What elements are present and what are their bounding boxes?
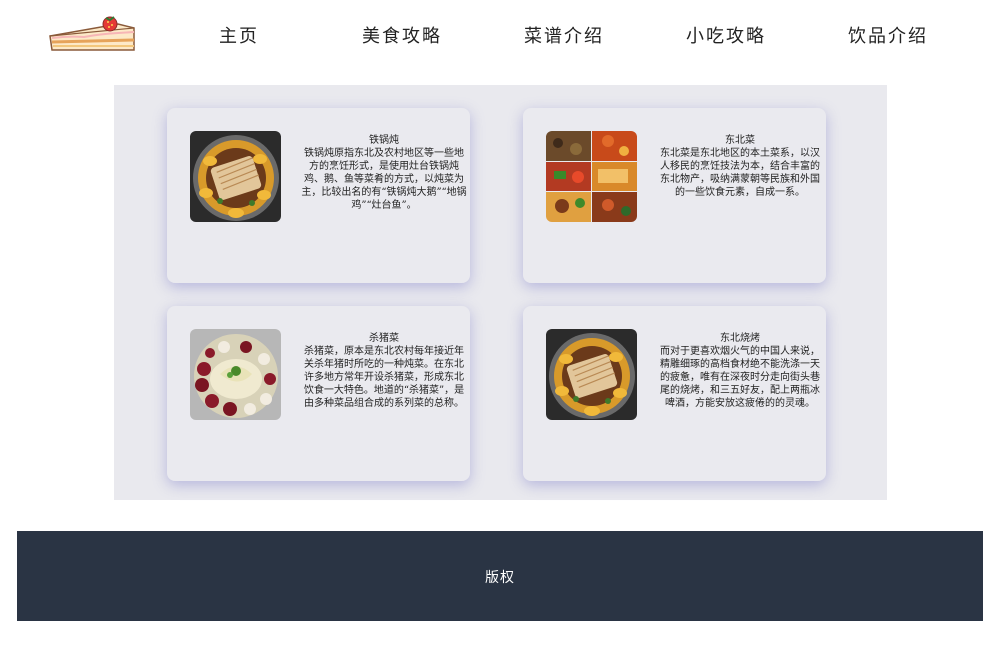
- card-title: 铁锅炖: [369, 135, 399, 146]
- card-title: 杀猪菜: [369, 333, 399, 344]
- card-title: 东北菜: [725, 135, 755, 146]
- footer: 版权: [17, 531, 983, 621]
- card-text: 东北烧烤 而对于更喜欢烟火气的中国人来说，精雕细琢的高档食材绝不能洗涤一天的疲惫…: [657, 332, 823, 410]
- copyright-text: 版权: [485, 570, 515, 586]
- card-northeast-cuisine[interactable]: 东北菜 东北菜是东北地区的本土菜系，以汉人移民的烹饪技法为本，结合丰富的东北物产…: [523, 108, 826, 283]
- card-pig-killing-dish[interactable]: 杀猪菜 杀猪菜，原本是东北农村每年接近年关杀年猪时所吃的一种炖菜。在东北许多地方…: [167, 306, 470, 481]
- nav-recipes[interactable]: 菜谱介绍: [524, 22, 604, 48]
- top-nav: 主页 美食攻略 菜谱介绍 小吃攻略 饮品介绍: [0, 0, 1000, 72]
- card-title: 东北烧烤: [720, 333, 760, 344]
- card-text: 铁锅炖 铁锅炖原指东北及农村地区等一些地方的烹饪形式，是使用灶台铁锅炖鸡、鹅、鱼…: [301, 134, 467, 212]
- card-description: 东北菜是东北地区的本土菜系，以汉人移民的烹饪技法为本，结合丰富的东北物产，吸纳满…: [660, 148, 820, 198]
- northeast-bbq-photo: [546, 329, 637, 420]
- nav-food-guide[interactable]: 美食攻略: [362, 22, 442, 48]
- nav-drinks[interactable]: 饮品介绍: [848, 22, 928, 48]
- card-description: 而对于更喜欢烟火气的中国人来说，精雕细琢的高档食材绝不能洗涤一天的疲惫，唯有在深…: [660, 346, 820, 409]
- northeast-dishes-collage-photo: [546, 131, 637, 222]
- card-text: 杀猪菜 杀猪菜，原本是东北农村每年接近年关杀年猪时所吃的一种炖菜。在东北许多地方…: [301, 332, 467, 410]
- nav-home[interactable]: 主页: [219, 22, 259, 48]
- nav-snacks[interactable]: 小吃攻略: [686, 22, 766, 48]
- card-iron-pot-stew[interactable]: 铁锅炖 铁锅炖原指东北及农村地区等一些地方的烹饪形式，是使用灶台铁锅炖鸡、鹅、鱼…: [167, 108, 470, 283]
- card-text: 东北菜 东北菜是东北地区的本土菜系，以汉人移民的烹饪技法为本，结合丰富的东北物产…: [657, 134, 823, 199]
- content-area: 铁锅炖 铁锅炖原指东北及农村地区等一些地方的烹饪形式，是使用灶台铁锅炖鸡、鹅、鱼…: [114, 85, 887, 500]
- card-description: 铁锅炖原指东北及农村地区等一些地方的烹饪形式，是使用灶台铁锅炖鸡、鹅、鱼等菜肴的…: [301, 148, 467, 211]
- card-description: 杀猪菜，原本是东北农村每年接近年关杀年猪时所吃的一种炖菜。在东北许多地方常年开设…: [303, 346, 465, 409]
- cake-icon[interactable]: [48, 16, 138, 56]
- card-northeast-bbq[interactable]: 东北烧烤 而对于更喜欢烟火气的中国人来说，精雕细琢的高档食材绝不能洗涤一天的疲惫…: [523, 306, 826, 481]
- iron-pot-stew-photo: [190, 131, 281, 222]
- pig-killing-dish-photo: [190, 329, 281, 420]
